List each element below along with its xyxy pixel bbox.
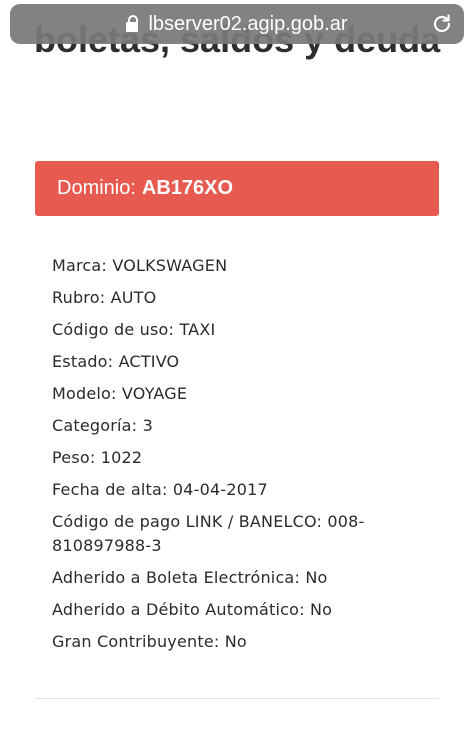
detail-value: 04-04-2017 [172, 480, 268, 499]
detail-row-codigo-pago: Código de pago LINK / BANELCO: 008-81089… [52, 510, 452, 558]
detail-value: AUTO [110, 288, 157, 307]
detail-row-estado: Estado: ACTIVO [52, 350, 452, 374]
dominio-banner: Dominio: AB176XO [35, 161, 439, 216]
detail-value: No [224, 632, 247, 651]
detail-row-debito-automatico: Adherido a Débito Automático: No [52, 598, 452, 622]
detail-label: Peso: [52, 448, 96, 467]
detail-label: Estado: [52, 352, 114, 371]
lock-icon [126, 15, 139, 32]
detail-row-peso: Peso: 1022 [52, 446, 452, 470]
detail-row-fecha-alta: Fecha de alta: 04-04-2017 [52, 478, 452, 502]
detail-value: ACTIVO [118, 352, 180, 371]
reload-icon[interactable] [430, 12, 454, 36]
divider [35, 698, 439, 699]
detail-label: Adherido a Boleta Electrónica: [52, 568, 301, 587]
detail-value: TAXI [179, 320, 216, 339]
detail-row-modelo: Modelo: VOYAGE [52, 382, 452, 406]
detail-value: VOYAGE [121, 384, 188, 403]
detail-label: Marca: [52, 256, 108, 275]
detail-row-boleta-electronica: Adherido a Boleta Electrónica: No [52, 566, 452, 590]
dominio-value: AB176XO [141, 177, 234, 199]
detail-row-categoria: Categoría: 3 [52, 414, 452, 438]
detail-row-codigo-uso: Código de uso: TAXI [52, 318, 452, 342]
url-text[interactable]: lbserver02.agip.gob.ar [148, 13, 347, 36]
detail-label: Categoría: [52, 416, 138, 435]
detail-label: Gran Contribuyente: [52, 632, 220, 651]
detail-value: 1022 [100, 448, 143, 467]
detail-label: Código de uso: [52, 320, 175, 339]
detail-value: No [310, 600, 333, 619]
detail-label: Adherido a Débito Automático: [52, 600, 305, 619]
detail-label: Rubro: [52, 288, 106, 307]
detail-label: Código de pago LINK / BANELCO: [52, 512, 323, 531]
address-bar[interactable]: lbserver02.agip.gob.ar [10, 4, 464, 44]
detail-label: Modelo: [52, 384, 117, 403]
detail-value: 3 [142, 416, 153, 435]
detail-value: VOLKSWAGEN [112, 256, 228, 275]
detail-row-marca: Marca: VOLKSWAGEN [52, 254, 452, 278]
detail-label: Fecha de alta: [52, 480, 168, 499]
dominio-label: Dominio: [57, 177, 136, 199]
detail-row-gran-contribuyente: Gran Contribuyente: No [52, 630, 452, 654]
vehicle-details: Marca: VOLKSWAGEN Rubro: AUTO Código de … [52, 254, 452, 662]
detail-row-rubro: Rubro: AUTO [52, 286, 452, 310]
detail-value: No [305, 568, 328, 587]
